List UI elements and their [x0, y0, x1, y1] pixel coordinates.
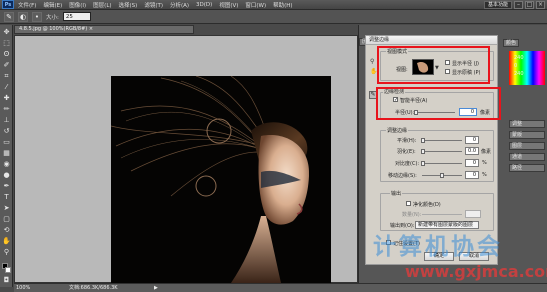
amount-input[interactable] — [465, 210, 481, 218]
status-arrow-icon[interactable]: ▶ — [154, 284, 158, 292]
brush-tool-icon[interactable]: ✏ — [2, 105, 11, 114]
shift-edge-slider-thumb[interactable] — [440, 173, 444, 178]
smooth-label: 平滑(H): — [397, 138, 417, 144]
menu-image[interactable]: 图像(I) — [69, 1, 86, 9]
move-tool-icon[interactable]: ✥ — [2, 28, 11, 37]
portrait-image-drawing — [111, 76, 331, 283]
zoom-tool-icon[interactable]: ⚲ — [2, 248, 11, 257]
photoshop-logo-icon: Ps — [2, 0, 14, 9]
dialog-title: 调整边缘 — [366, 36, 497, 45]
tab-colors[interactable]: 颜色 — [503, 39, 520, 47]
quick-mask-icon[interactable]: ◘ — [2, 276, 11, 285]
size-label: 大小: — [46, 14, 59, 21]
feather-label: 羽化(E): — [397, 149, 416, 155]
feather-slider[interactable] — [422, 151, 462, 152]
menu-select[interactable]: 选择(S) — [119, 1, 138, 9]
document-size: 文档:686.3K/686.3K — [69, 285, 118, 291]
brush-mode-icon[interactable]: ◐ — [18, 11, 28, 22]
portrait-image — [111, 76, 331, 283]
zoom-tool-icon[interactable]: ⚲ — [370, 58, 377, 65]
hand-tool-icon[interactable]: ✋ — [370, 68, 377, 75]
output-label: 输出 — [390, 190, 403, 197]
brush-preset-icon[interactable]: ✎ — [4, 11, 14, 22]
menu-layer[interactable]: 图层(L) — [93, 1, 111, 9]
marquee-tool-icon[interactable]: ⬚ — [2, 39, 11, 48]
decontaminate-label: 净化颜色(D) — [413, 202, 441, 208]
watermark-url: www.gxjmca.com — [405, 262, 547, 281]
color-value-b: 240 — [514, 71, 524, 77]
contrast-slider[interactable] — [422, 163, 462, 164]
menu-file[interactable]: 文件(F) — [18, 1, 36, 9]
amount-label: 数量(N): — [402, 212, 422, 218]
panel-masks[interactable]: 蒙版 — [509, 131, 545, 139]
watermark-title: 计算机协会 — [373, 233, 503, 260]
amount-slider[interactable] — [422, 214, 462, 215]
eraser-tool-icon[interactable]: ▭ — [2, 138, 11, 147]
lasso-tool-icon[interactable]: ʘ — [2, 50, 11, 59]
menu-help[interactable]: 帮助(H) — [273, 1, 292, 9]
menu-3d[interactable]: 3D(D) — [196, 2, 212, 8]
close-button[interactable]: × — [536, 1, 545, 9]
shape-tool-icon[interactable]: ▢ — [2, 215, 11, 224]
feather-slider-thumb[interactable] — [421, 149, 425, 154]
smooth-slider[interactable] — [422, 140, 462, 141]
panel-paths[interactable]: 路径 — [509, 164, 545, 172]
menu-window[interactable]: 窗口(W) — [245, 1, 266, 9]
shift-edge-input[interactable]: 0 — [465, 171, 479, 179]
color-value-g: 0 — [514, 63, 518, 69]
shift-edge-unit: % — [482, 172, 487, 178]
type-tool-icon[interactable]: T — [2, 193, 11, 202]
background-color-swatch[interactable] — [5, 267, 11, 273]
minimize-button[interactable]: – — [514, 1, 523, 9]
path-select-tool-icon[interactable]: ➤ — [2, 204, 11, 213]
menu-bar: Ps 文件(F) 编辑(E) 图像(I) 图层(L) 选择(S) 滤镜(T) 分… — [0, 0, 547, 10]
contrast-slider-thumb[interactable] — [421, 161, 425, 166]
size-input[interactable]: 25 — [62, 12, 91, 21]
adjust-edge-label: 调整边缘 — [386, 127, 409, 134]
panel-channels[interactable]: 通道 — [509, 153, 545, 161]
smooth-input[interactable]: 0 — [465, 136, 479, 144]
quick-select-tool-icon[interactable]: ✐ — [2, 61, 11, 70]
panel-layers[interactable]: 图层 — [509, 142, 545, 150]
dodge-tool-icon[interactable]: ● — [2, 171, 11, 180]
toolbox: ✥ ⬚ ʘ ✐ ⌗ ⁄ ✚ ✏ ⊥ ↺ ▭ ▦ ◉ ● ✒ T ➤ ▢ ⟲ ✋ … — [0, 25, 13, 287]
status-bar: 100% 文档:686.3K/686.3K ▶ — [14, 283, 547, 292]
menu-view[interactable]: 视图(V) — [219, 1, 238, 9]
pen-tool-icon[interactable]: ✒ — [2, 182, 11, 191]
crop-tool-icon[interactable]: ⌗ — [2, 72, 11, 81]
color-value-r: 240 — [514, 55, 524, 61]
healing-tool-icon[interactable]: ✚ — [2, 94, 11, 103]
menu-filter[interactable]: 滤镜(T) — [144, 1, 163, 9]
hand-tool-icon[interactable]: ✋ — [2, 237, 11, 246]
menu-analysis[interactable]: 分析(A) — [170, 1, 189, 9]
highlight-view-mode — [377, 46, 490, 84]
options-bar: ✎ ◐ • 大小: 25 — [0, 10, 547, 24]
menu-edit[interactable]: 编辑(E) — [43, 1, 62, 9]
smooth-slider-thumb[interactable] — [421, 138, 425, 143]
gradient-tool-icon[interactable]: ▦ — [2, 149, 11, 158]
blur-tool-icon[interactable]: ◉ — [2, 160, 11, 169]
history-brush-tool-icon[interactable]: ↺ — [2, 127, 11, 136]
contrast-input[interactable]: 0 — [465, 159, 479, 167]
brush-picker-icon[interactable]: • — [32, 11, 42, 22]
shift-edge-label: 移动边缘(S): — [388, 173, 417, 179]
maximize-button[interactable]: □ — [525, 1, 534, 9]
document-tab[interactable]: 4.8.5.jpg @ 100%(RGB/8#) × — [14, 25, 194, 34]
feather-unit: 像素 — [481, 149, 492, 155]
workspace-switcher[interactable]: 基本功能 — [483, 1, 512, 9]
contrast-unit: % — [482, 160, 487, 166]
stamp-tool-icon[interactable]: ⊥ — [2, 116, 11, 125]
panel-adjustments[interactable]: 调整 — [509, 120, 545, 128]
feather-input[interactable]: 0.0 — [465, 147, 479, 155]
eyedropper-tool-icon[interactable]: ⁄ — [2, 83, 11, 92]
decontaminate-checkbox[interactable] — [406, 201, 411, 206]
highlight-edge-detection — [376, 87, 501, 120]
3d-tool-icon[interactable]: ⟲ — [2, 226, 11, 235]
zoom-level[interactable]: 100% — [16, 284, 30, 292]
contrast-label: 对比度(C): — [395, 161, 420, 167]
